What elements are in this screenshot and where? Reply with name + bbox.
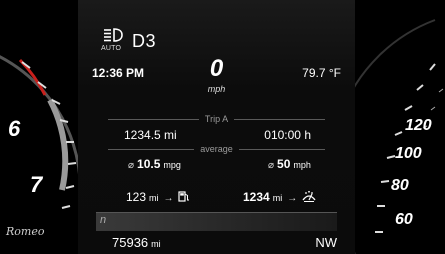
gear-indicator: D3 (132, 30, 157, 51)
avg-fuel-economy-value: 10.5 (137, 157, 161, 171)
trip-title: Trip A (204, 114, 229, 124)
washer-range-unit: mi (272, 193, 283, 203)
trip-time: 010:00 h (264, 128, 311, 142)
tachometer-gauge: 6 7 (0, 0, 90, 254)
avg-fuel-economy-unit: mpg (163, 160, 181, 170)
odometer-unit: mi (151, 239, 161, 249)
speedo-label-60: 60 (395, 211, 413, 228)
average-separator: average (108, 144, 325, 154)
bottom-info-strip: n (96, 212, 337, 231)
outside-temperature: 79.7 °F (302, 66, 341, 80)
speedo-label-100: 100 (395, 145, 422, 162)
speedo-label-80: 80 (391, 177, 409, 194)
average-label: average (200, 144, 233, 154)
fuel-range-unit: mi (149, 193, 159, 203)
avg-speed-value: 50 (277, 157, 291, 171)
washer-fluid-icon (301, 190, 317, 202)
tach-label-7: 7 (30, 172, 44, 197)
washer-range-value: 1234 (243, 190, 270, 204)
brand-logo-text: Romeo (6, 225, 45, 238)
headlight-auto-indicator: AUTO (100, 26, 126, 56)
signal-indicator: n (100, 214, 107, 226)
odometer: 75936 mi (112, 235, 161, 250)
fuel-range-value: 123 (126, 190, 147, 204)
speedo-label-120: 120 (405, 117, 432, 134)
headlight-icon (104, 28, 123, 42)
average-symbol: ⌀ (268, 160, 275, 171)
fuel-pump-icon (177, 190, 190, 202)
speed-unit: mph (207, 84, 226, 94)
odometer-value: 75936 (112, 235, 149, 250)
trip-separator: Trip A (108, 114, 325, 124)
center-display: AUTO D3 12:36 PM 0 mph 79.7 °F Trip A 12… (78, 0, 355, 254)
compass-heading: NW (315, 235, 337, 250)
avg-speed: ⌀ 50 mph (268, 157, 311, 171)
avg-fuel-economy: ⌀ 10.5 mpg (128, 157, 181, 171)
washer-range-arrow: → (287, 193, 298, 204)
average-symbol: ⌀ (128, 160, 135, 171)
header-row: AUTO D3 (100, 26, 156, 56)
washer-range: 1234 mi → (243, 190, 317, 204)
fuel-range-arrow: → (163, 193, 174, 204)
trip-distance: 1234.5 mi (124, 128, 177, 142)
fuel-range: 123 mi → (126, 190, 190, 204)
tach-label-6: 6 (8, 116, 21, 141)
avg-speed-unit: mph (293, 160, 311, 170)
headlight-auto-label: AUTO (101, 45, 122, 52)
